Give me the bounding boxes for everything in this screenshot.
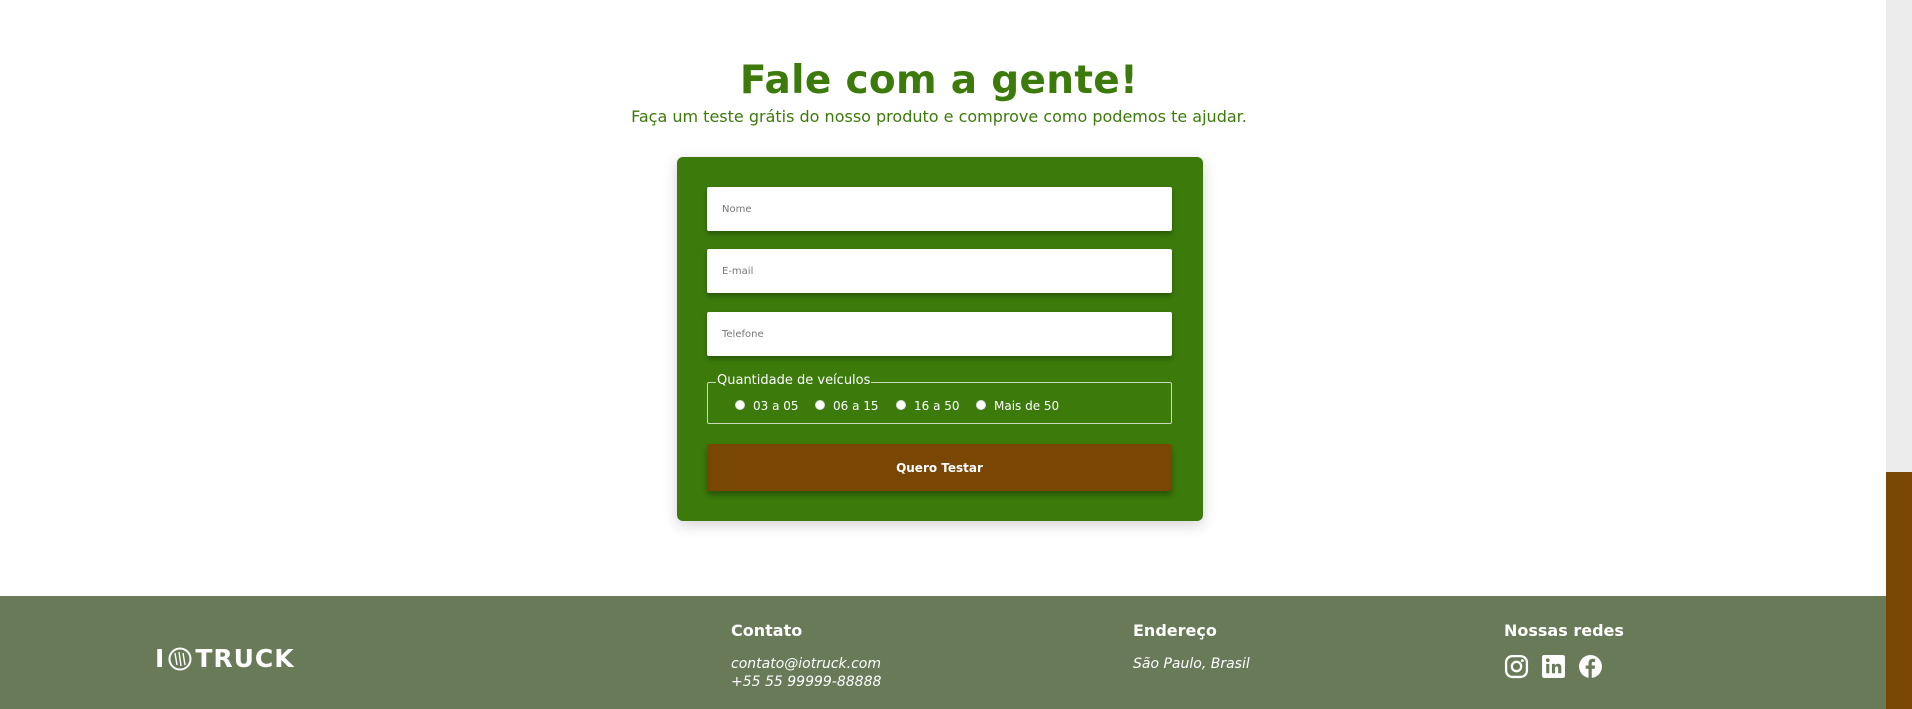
radio-icon[interactable] <box>735 399 745 410</box>
logo-text-right: TRUCK <box>195 644 295 673</box>
contact-email-link[interactable]: contato@iotruck.com <box>731 656 881 672</box>
tire-icon <box>168 647 192 670</box>
vehicle-option-label: 06 a 15 <box>833 399 879 413</box>
radio-icon[interactable] <box>976 399 986 410</box>
page-title: Fale com a gente! <box>739 58 1139 103</box>
facebook-icon[interactable] <box>1578 654 1603 679</box>
logo-text-left: I <box>155 644 166 673</box>
page-subtitle: Faça um teste grátis do nosso produto e … <box>631 107 1247 126</box>
scrollbar-thumb[interactable] <box>1886 472 1912 709</box>
instagram-icon[interactable] <box>1504 654 1529 679</box>
submit-button[interactable]: Quero Testar <box>707 444 1172 491</box>
linkedin-icon[interactable] <box>1541 654 1566 679</box>
page: Fale com a gente! Faça um teste grátis d… <box>0 0 1912 709</box>
brand-logo[interactable]: I TRUCK <box>155 644 295 673</box>
address-text: São Paulo, Brasil <box>1133 656 1250 672</box>
contact-phone: +55 55 99999-88888 <box>731 674 882 690</box>
scrollbar[interactable] <box>1886 0 1912 709</box>
vehicle-option-mais-50[interactable]: Mais de 50 <box>976 399 1059 413</box>
vehicle-option-label: 16 a 50 <box>914 399 960 413</box>
trial-form: Quantidade de veículos 03 a 05 06 a 15 1… <box>677 157 1203 521</box>
vehicles-fieldset: Quantidade de veículos 03 a 05 06 a 15 1… <box>707 373 1172 424</box>
contact-title: Contato <box>731 621 803 640</box>
social-links <box>1504 654 1603 679</box>
radio-icon[interactable] <box>815 399 825 410</box>
vehicle-option-06-15[interactable]: 06 a 15 <box>815 399 879 413</box>
footer: I TRUCK Contato contato@iotruck.com +55 … <box>0 596 1886 709</box>
vehicle-option-label: 03 a 05 <box>753 399 799 413</box>
vehicles-legend: Quantidade de veículos <box>716 373 872 388</box>
vehicle-option-label: Mais de 50 <box>994 399 1060 413</box>
vehicle-option-16-50[interactable]: 16 a 50 <box>896 399 960 413</box>
radio-icon[interactable] <box>896 399 906 410</box>
address-title: Endereço <box>1133 621 1217 640</box>
social-title: Nossas redes <box>1504 621 1624 640</box>
name-input[interactable] <box>707 187 1172 231</box>
phone-input[interactable] <box>707 312 1172 356</box>
email-input[interactable] <box>707 249 1172 293</box>
vehicle-option-03-05[interactable]: 03 a 05 <box>735 399 799 413</box>
